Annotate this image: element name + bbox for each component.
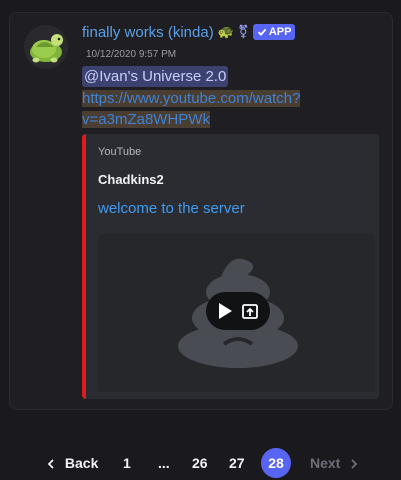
transgender-symbol: ⚧ <box>237 24 249 39</box>
app-badge-label: APP <box>268 26 292 38</box>
link-line-2[interactable]: v=a3mZa8WHPWk <box>82 111 210 128</box>
page-1-button[interactable]: 1 <box>123 448 131 478</box>
youtube-link[interactable]: https://www.youtube.com/watch? v=a3mZa8W… <box>82 88 332 130</box>
embed-provider[interactable]: YouTube <box>98 146 141 158</box>
timestamp: 10/12/2020 9:57 PM <box>86 49 177 60</box>
chevron-right-icon <box>351 459 358 469</box>
page-26-button[interactable]: 26 <box>192 448 208 478</box>
video-thumbnail[interactable] <box>98 234 375 392</box>
user-mention[interactable]: @Ivan's Universe 2.0 <box>82 66 229 87</box>
page-ellipsis: ... <box>158 455 170 471</box>
link-embed: YouTube Chadkins2 welcome to the server <box>82 134 379 399</box>
next-label: Next <box>310 455 341 471</box>
back-label: Back <box>64 455 99 471</box>
embed-accent-bar <box>82 134 86 399</box>
page-28-button[interactable]: 28 <box>261 448 291 478</box>
embed-title[interactable]: welcome to the server <box>98 200 245 217</box>
page-27-button[interactable]: 27 <box>229 448 245 478</box>
open-external-icon[interactable] <box>241 302 259 320</box>
avatar[interactable] <box>24 25 68 69</box>
link-line-1[interactable]: https://www.youtube.com/watch? <box>82 90 301 107</box>
back-button[interactable]: Back <box>46 448 98 478</box>
video-controls <box>206 292 270 330</box>
embed-author[interactable]: Chadkins2 <box>98 172 164 187</box>
next-button: Next <box>310 448 359 478</box>
username-row: finally works (kinda) 🐢 ⚧ APP <box>82 22 296 42</box>
turtle-emoji: 🐢 <box>217 24 234 39</box>
play-icon[interactable] <box>217 302 233 320</box>
checkmark-icon <box>257 28 267 36</box>
pagination: Back 1 ... 26 27 28 Next <box>0 448 401 478</box>
app-badge: APP <box>252 24 296 40</box>
username[interactable]: finally works (kinda) <box>82 24 214 41</box>
chevron-left-icon <box>47 459 54 469</box>
